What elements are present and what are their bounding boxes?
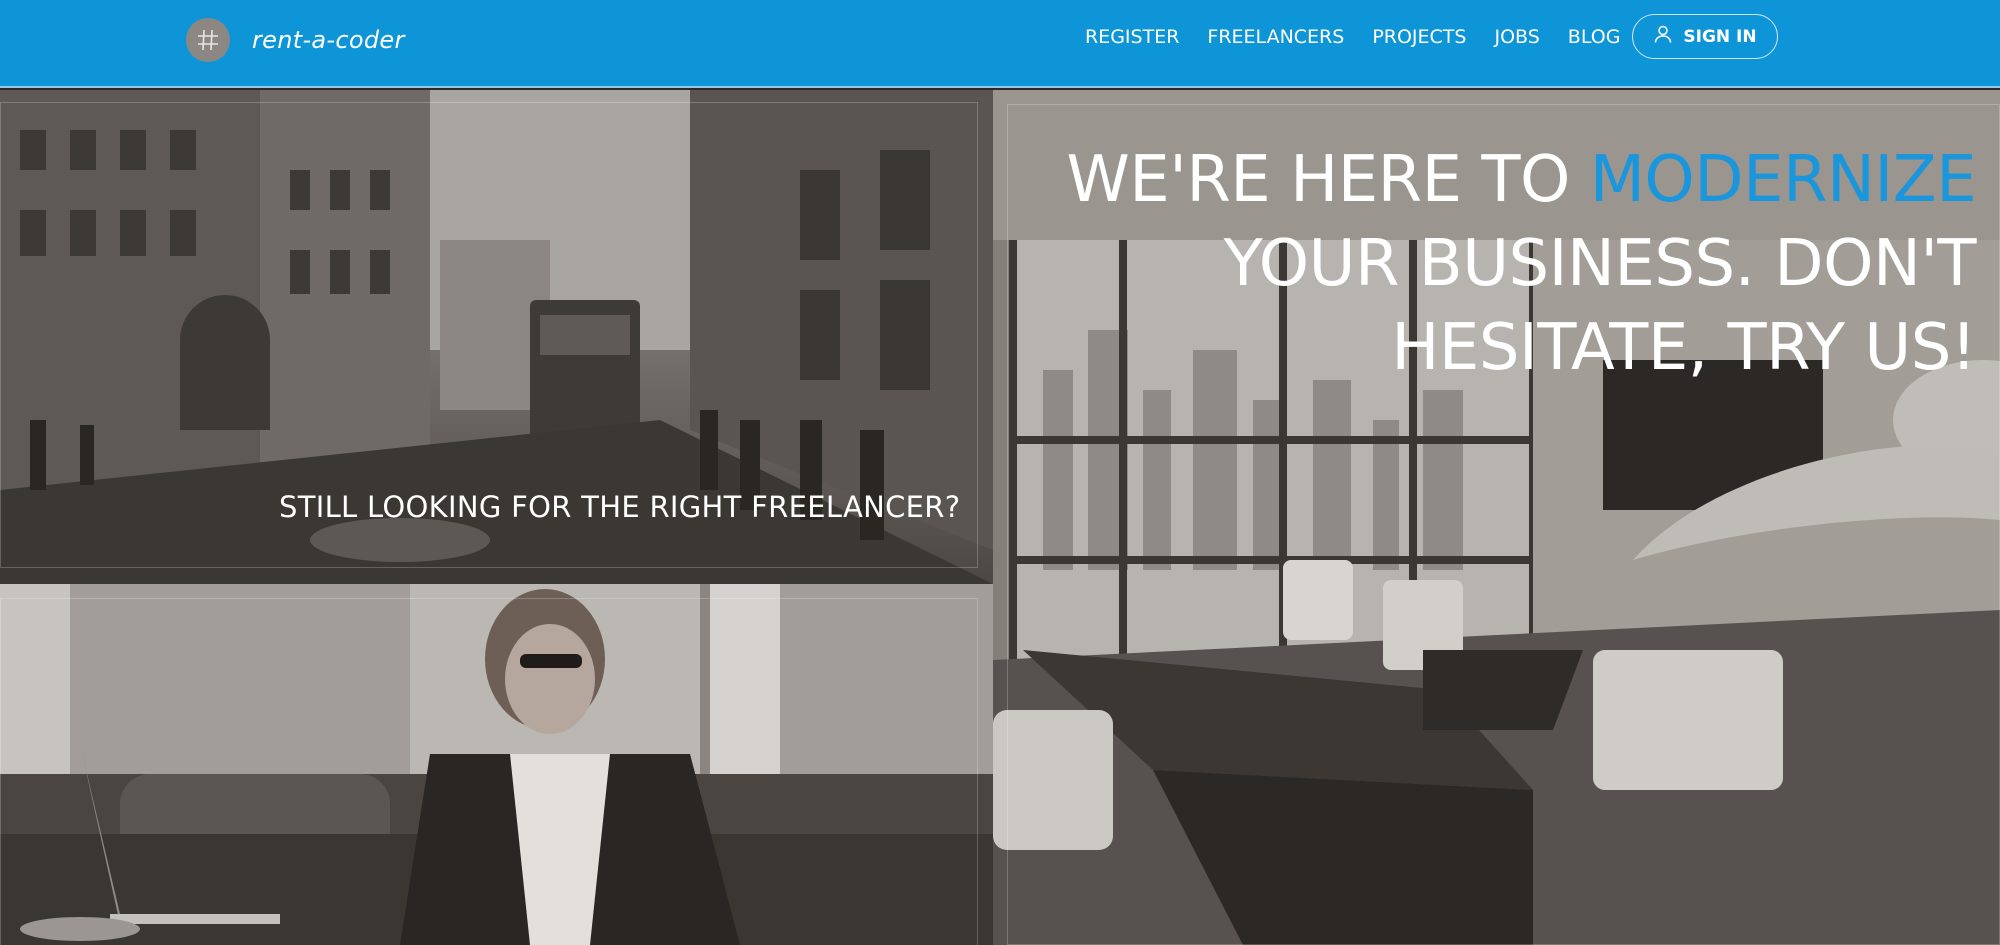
brand-logo[interactable]: rent-a-coder	[186, 18, 405, 62]
hero-line-2: YOUR BUSINESS. DON'T	[1223, 227, 1977, 301]
hash-grid-icon	[186, 18, 230, 62]
nav-link-projects[interactable]: PROJECTS	[1372, 26, 1466, 48]
sign-in-label: SIGN IN	[1683, 26, 1757, 47]
hero-headline: WE'RE HERE TO MODERNIZE YOUR BUSINESS. D…	[1067, 138, 1977, 390]
hero-line-1: WE'RE HERE TO MODERNIZE	[1067, 138, 1977, 222]
nav-link-jobs[interactable]: JOBS	[1494, 26, 1539, 48]
office-photo-panel: WE'RE HERE TO MODERNIZE YOUR BUSINESS. D…	[993, 90, 2000, 945]
nav-link-freelancers[interactable]: FREELANCERS	[1207, 26, 1344, 48]
user-icon	[1653, 24, 1673, 49]
nav-link-blog[interactable]: BLOG	[1568, 26, 1621, 48]
brand-name: rent-a-coder	[252, 26, 405, 54]
main-nav: REGISTER FREELANCERS PROJECTS JOBS BLOG	[1085, 26, 1648, 48]
street-caption: STILL LOOKING FOR THE RIGHT FREELANCER?	[279, 490, 961, 524]
freelancer-frame	[0, 598, 978, 945]
street-photo-panel: STILL LOOKING FOR THE RIGHT FREELANCER?	[0, 90, 993, 584]
nav-link-register[interactable]: REGISTER	[1085, 26, 1179, 48]
hero-line-1-prefix: WE'RE HERE TO	[1066, 143, 1590, 217]
freelancer-photo-panel	[0, 584, 993, 945]
hero-line-3: HESITATE, TRY US!	[1391, 311, 1976, 385]
hero-accent-word: MODERNIZE	[1589, 143, 1977, 217]
top-navbar: rent-a-coder REGISTER FREELANCERS PROJEC…	[0, 0, 2000, 88]
sign-in-button[interactable]: SIGN IN	[1632, 14, 1778, 59]
